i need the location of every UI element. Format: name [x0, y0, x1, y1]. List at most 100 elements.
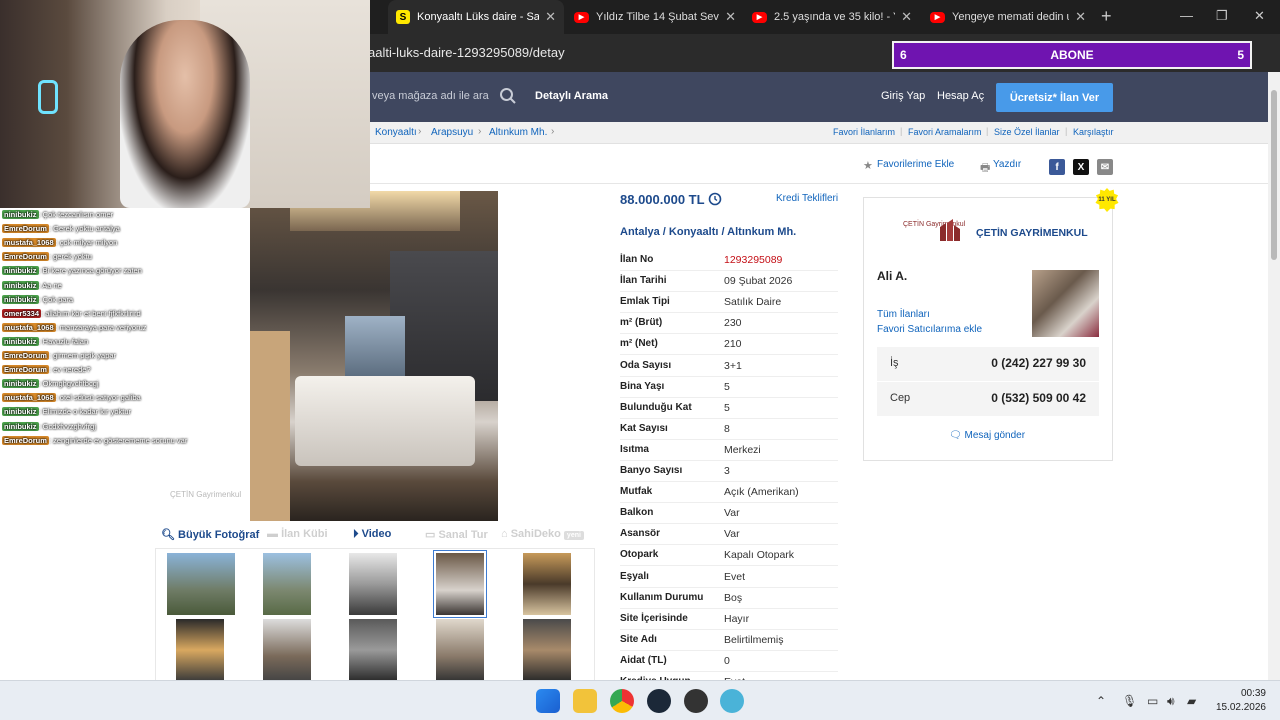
x-share-icon[interactable]: X — [1073, 159, 1089, 175]
email-share-icon[interactable]: ✉ — [1097, 159, 1113, 175]
url-field[interactable]: aalti-luks-daire-1293295089/detay — [368, 45, 565, 60]
tab-virtual-tour[interactable]: ▭ Sanal Tur — [425, 528, 488, 541]
listing-location[interactable]: Antalya / Konyaaltı / Altınkum Mh. — [620, 226, 796, 238]
detailed-search-link[interactable]: Detaylı Arama — [535, 90, 608, 102]
print-link[interactable]: Yazdır — [993, 159, 1021, 170]
main-photo[interactable] — [250, 191, 498, 521]
detail-row: Oda Sayısı 3+1 — [620, 356, 838, 377]
add-favorite-link[interactable]: Favorilerime Ekle — [877, 159, 954, 170]
favorite-listings-link[interactable]: Favori İlanlarım — [833, 127, 895, 137]
phone-number[interactable]: 0 (242) 227 99 30 — [991, 356, 1086, 370]
chat-username: omer5334 — [2, 308, 42, 318]
thumbnail-selected[interactable] — [433, 550, 487, 618]
thumbnail[interactable] — [523, 619, 571, 681]
chat-username: ninibukiz — [2, 379, 39, 389]
breadcrumb-item[interactable]: Arapsuyu — [431, 127, 473, 138]
favorite-searches-link[interactable]: Favori Aramalarım — [908, 127, 982, 137]
chevron-up-icon[interactable]: ⌃ — [1096, 694, 1106, 708]
close-tab-icon[interactable]: ✕ — [725, 9, 736, 25]
new-tab-icon[interactable]: + — [1101, 6, 1112, 27]
maximize-icon[interactable]: ❐ — [1216, 8, 1228, 24]
tab-sahideko[interactable]: ⌂ SahiDeko yeni — [501, 528, 584, 540]
facebook-share-icon[interactable]: f — [1049, 159, 1065, 175]
file-explorer-icon[interactable] — [573, 689, 597, 713]
abone-left-count: 6 — [900, 48, 907, 62]
star-icon: ★ — [863, 160, 873, 172]
search-icon[interactable] — [499, 87, 517, 105]
add-favorite-seller-link[interactable]: Favori Satıcılarıma ekle — [877, 324, 982, 335]
login-link[interactable]: Giriş Yap — [881, 90, 925, 102]
microphone-icon[interactable]: 🎙︎ — [1122, 694, 1137, 708]
breadcrumb-item[interactable]: Altınkum Mh. — [489, 127, 547, 138]
detail-row: Site Adı Belirtilmemiş — [620, 630, 838, 651]
close-window-icon[interactable]: ✕ — [1254, 8, 1265, 24]
close-tab-icon[interactable]: ✕ — [901, 9, 912, 25]
chrome-icon[interactable] — [610, 689, 634, 713]
browser-tab-active[interactable]: S Konyaaltı Lüks daire - Satılı ✕ — [388, 0, 564, 34]
tab-video[interactable]: ⏵ Video — [353, 528, 391, 541]
loan-offers-link[interactable]: Kredi Teklifleri — [776, 193, 838, 204]
thumbnail[interactable] — [523, 553, 571, 615]
chat-text: : Gerek yoktu antalya — [48, 224, 120, 234]
chat-message: ninibukiz: Aa ne — [2, 280, 62, 290]
tab-label: Video — [361, 528, 392, 540]
speaker-icon[interactable]: 🔊︎ — [1167, 694, 1175, 709]
thumbnail[interactable] — [176, 619, 224, 681]
vr-icon: ▭ — [425, 529, 436, 541]
chat-message: omer5334: allahım kör et beni fjfkfkrlir… — [2, 308, 141, 318]
seller-store-name[interactable]: ÇETİN GAYRİMENKUL — [976, 227, 1088, 239]
chat-username: mustafa_1068 — [2, 238, 56, 248]
scrollbar-thumb[interactable] — [1271, 90, 1277, 260]
chat-text: : otel sdüsü satıyor galiba — [55, 393, 141, 403]
chat-message: EmreDorum: gerek yoktu — [2, 252, 92, 262]
obs-icon[interactable] — [684, 689, 708, 713]
stream-chat: ninibukiz: Çok tezcanlısın omer EmreDorum… — [0, 208, 250, 458]
browser-tab[interactable]: ▶ 2.5 yaşında ve 35 kilo! - Yo ✕ — [744, 0, 920, 34]
detail-key: Balkon — [620, 507, 654, 519]
compare-link[interactable]: Karşılaştır — [1073, 127, 1114, 137]
phone-number[interactable]: 0 (532) 509 00 42 — [991, 391, 1086, 405]
breadcrumb-item[interactable]: Konyaaltı — [375, 127, 417, 138]
detail-row: m² (Brüt) 230 — [620, 313, 838, 335]
thumbnail[interactable] — [263, 619, 311, 681]
price-history-icon[interactable] — [708, 192, 722, 206]
detail-row: İlan Tarihi 09 Şubat 2026 — [620, 271, 838, 293]
listing-price: 88.000.000 TL — [620, 192, 705, 207]
tab-large-photo[interactable]: 🔍︎ Büyük Fotoğraf — [161, 528, 259, 541]
tab-label: SahiDeko — [510, 528, 561, 540]
system-clock[interactable]: 00:39 15.02.2026 — [1210, 687, 1266, 715]
post-free-ad-button[interactable]: Ücretsiz* İlan Ver — [996, 83, 1113, 112]
tab-ilan-kubi[interactable]: ▬ İlan Kübi — [267, 528, 328, 540]
page-scrollbar[interactable] — [1268, 72, 1280, 680]
chat-username: ninibukiz — [2, 407, 39, 417]
detail-value: 3+1 — [724, 359, 742, 372]
thumbnail[interactable] — [436, 619, 484, 681]
minimize-icon[interactable]: — — [1180, 8, 1193, 23]
battery-icon[interactable]: ▰ — [1187, 694, 1196, 708]
close-tab-icon[interactable]: ✕ — [545, 9, 556, 25]
browser-tab[interactable]: ▶ Yengeye memati dedin ust ✕ — [922, 0, 1094, 34]
register-link[interactable]: Hesap Aç — [937, 90, 984, 102]
chat-message: EmreDorum: Gerek yoktu antalya — [2, 224, 120, 234]
search-input[interactable]: veya mağaza adı ile ara — [372, 90, 489, 102]
detail-value: Satılık Daire — [724, 296, 782, 309]
chat-message: mustafa_1068: manzaraya para veriyoruz — [2, 322, 147, 332]
thumbnail[interactable] — [167, 553, 235, 615]
thumbnail[interactable] — [349, 619, 397, 681]
browser-tab[interactable]: ▶ Yıldız Tilbe 14 Şubat Sevgil ✕ — [566, 0, 744, 34]
steam-icon[interactable] — [647, 689, 671, 713]
windows-start-icon[interactable] — [536, 689, 560, 713]
chat-username: ninibukiz — [2, 336, 39, 346]
send-message-link[interactable]: 🗨︎ Mesaj gönder — [949, 430, 1025, 441]
chat-message: mustafa_1068: çok milyar milyon — [2, 238, 117, 248]
chevron-right-icon: › — [418, 126, 422, 137]
all-listings-link[interactable]: Tüm İlanları — [877, 309, 930, 320]
detail-row: Isıtma Merkezi — [620, 440, 838, 461]
thumbnail[interactable] — [263, 553, 311, 615]
special-listings-link[interactable]: Size Özel İlanlar — [994, 127, 1060, 137]
chat-text: : Gcdxfvvzghvfrgj — [38, 421, 97, 431]
app-icon[interactable] — [720, 689, 744, 713]
thumbnail[interactable] — [349, 553, 397, 615]
close-tab-icon[interactable]: ✕ — [1075, 9, 1086, 25]
network-icon[interactable]: ▭ — [1147, 694, 1158, 708]
